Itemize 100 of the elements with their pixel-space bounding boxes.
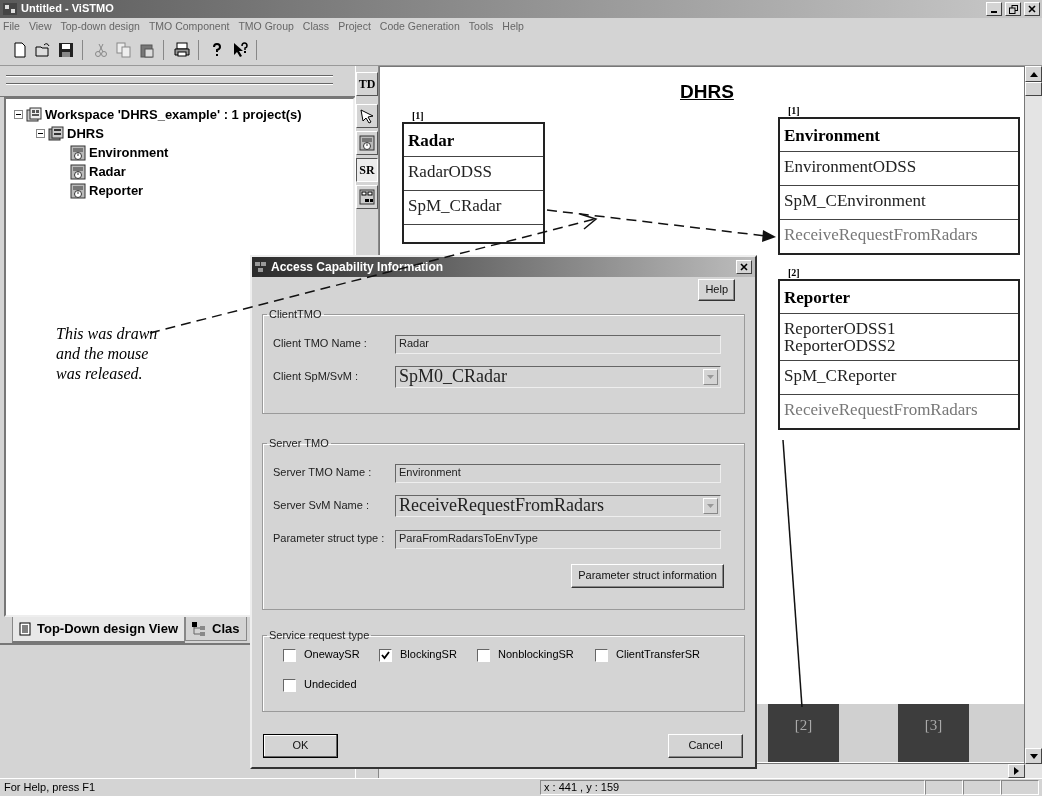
checkbox[interactable] xyxy=(595,648,608,662)
node-tag: [1] xyxy=(412,110,424,122)
menu-item[interactable]: File xyxy=(3,19,20,33)
menu-item[interactable]: Tools xyxy=(468,19,494,33)
close-icon xyxy=(740,263,748,271)
tmo-node[interactable]: Reporter ReporterODSS1 ReporterODSS2 SpM_CReporter ReceiveRequestFromRadars xyxy=(778,279,1020,431)
collapse-icon[interactable] xyxy=(36,129,45,138)
checkbox-label: BlockingSR xyxy=(400,648,457,662)
menu-item[interactable]: Help xyxy=(502,19,524,33)
view-tab[interactable]: Clas xyxy=(185,617,247,641)
palette-button[interactable] xyxy=(356,104,378,128)
svm-list: ReceiveRequestFromRadars xyxy=(784,401,1014,419)
menu-item[interactable]: TMO Group xyxy=(238,19,294,33)
ok-button[interactable]: OK xyxy=(263,734,338,758)
parameter-info-button[interactable]: Parameter struct information xyxy=(571,564,724,588)
status-text: For Help, press F1 xyxy=(3,780,97,795)
text-field[interactable]: ParaFromRadarsToEnvType xyxy=(395,529,721,549)
palette-button[interactable]: TD xyxy=(356,72,378,96)
print-icon xyxy=(174,41,190,58)
dropdown-field[interactable]: SpM0_CRadar xyxy=(395,366,721,388)
checkbox-label: OnewaySR xyxy=(304,648,360,662)
menu-item[interactable]: Class xyxy=(302,19,330,33)
text-field[interactable]: Radar xyxy=(395,334,721,354)
node-name: Reporter xyxy=(783,287,852,309)
view-tab[interactable]: Top-Down design View xyxy=(12,617,186,643)
tile: [2] xyxy=(768,704,839,762)
checkbox[interactable] xyxy=(477,648,490,662)
tmo-icon xyxy=(70,163,86,180)
group-icon xyxy=(359,189,375,205)
field-label: Server SvM Name : xyxy=(273,499,370,513)
tmo-icon xyxy=(70,144,86,161)
checkbox[interactable] xyxy=(379,648,392,662)
print-button[interactable] xyxy=(172,39,192,60)
close-button[interactable] xyxy=(1024,2,1040,16)
status-panel xyxy=(963,780,1001,795)
close-button[interactable] xyxy=(736,260,752,274)
scroll-up-icon xyxy=(1029,71,1038,77)
paste-icon xyxy=(139,41,155,58)
checkbox-label: NonblockingSR xyxy=(498,648,574,662)
minimize-button[interactable] xyxy=(986,2,1002,16)
svm-list: ReceiveRequestFromRadars xyxy=(784,226,1014,244)
dropdown-arrow-icon xyxy=(707,504,714,508)
status-panel xyxy=(1001,780,1039,795)
save-icon xyxy=(58,41,74,58)
workspace-icon xyxy=(26,106,42,123)
check-icon xyxy=(381,650,390,660)
maximize-button[interactable] xyxy=(1005,2,1021,16)
tree-item[interactable]: Reporter xyxy=(89,182,144,199)
checkbox[interactable] xyxy=(283,678,296,692)
tile: [3] xyxy=(898,704,969,762)
tree-item[interactable]: DHRS xyxy=(67,125,104,142)
document-icon xyxy=(19,622,31,636)
menu-item[interactable]: TMO Component xyxy=(148,19,230,33)
menu-item[interactable]: Code Generation xyxy=(379,19,460,33)
node-name: Radar xyxy=(407,130,456,152)
odss-list: EnvironmentODSS xyxy=(784,158,1014,176)
copy-icon xyxy=(116,41,132,58)
tmo-node[interactable]: Radar RadarODSS SpM_CRadar xyxy=(402,122,545,245)
spm-list: SpM_CReporter xyxy=(784,367,1014,385)
dialog-icon xyxy=(255,261,267,273)
palette-button[interactable]: SR xyxy=(356,158,378,182)
text-field[interactable]: Environment xyxy=(395,463,721,483)
pointer-icon xyxy=(359,108,375,124)
cut-icon xyxy=(93,41,109,58)
help-button[interactable]: Help xyxy=(698,279,735,301)
node-tag: [2] xyxy=(788,267,800,279)
app-icon xyxy=(2,2,18,16)
node-tag: [1] xyxy=(788,105,800,117)
close-icon xyxy=(1028,5,1036,13)
dropdown-field[interactable]: ReceiveRequestFromRadars xyxy=(395,495,721,517)
tmo-icon xyxy=(70,182,86,199)
menu-item[interactable]: Project xyxy=(338,19,371,33)
diagram-title: DHRS xyxy=(680,81,734,104)
group-title: ClientTMO xyxy=(268,309,323,320)
node-name: Environment xyxy=(783,125,882,147)
tree-item[interactable]: Workspace 'DHRS_example' : 1 project(s) xyxy=(45,106,302,123)
menu-item[interactable]: Top-down design xyxy=(60,19,140,33)
collapse-icon[interactable] xyxy=(14,110,23,119)
field-label: Client TMO Name : xyxy=(273,337,368,351)
spm-list: SpM_CEnvironment xyxy=(784,192,1014,210)
tree-item[interactable]: Radar xyxy=(89,163,126,180)
odss-list: RadarODSS xyxy=(408,163,539,181)
group-title: Server TMO xyxy=(268,438,330,449)
context-help-icon xyxy=(232,41,248,58)
menu-item[interactable]: View xyxy=(28,19,52,33)
tree-item[interactable]: Environment xyxy=(89,144,169,161)
field-label: Parameter struct type : xyxy=(273,532,386,546)
spm-list: SpM_CRadar xyxy=(408,197,539,215)
palette-button[interactable] xyxy=(356,185,378,209)
vertical-scrollbar[interactable] xyxy=(1025,66,1042,764)
cancel-button[interactable]: Cancel xyxy=(668,734,743,758)
scroll-thumb[interactable] xyxy=(1025,82,1042,96)
checkbox-label: Undecided xyxy=(304,678,357,692)
tmo-node[interactable]: Environment EnvironmentODSS SpM_CEnvironment ReceiveRequestFromRadars xyxy=(778,117,1020,256)
scroll-right-icon xyxy=(1014,767,1019,775)
restore-icon xyxy=(1008,4,1018,14)
palette-button[interactable] xyxy=(356,131,378,155)
dropdown-arrow-icon xyxy=(707,375,714,379)
status-panel xyxy=(925,780,963,795)
checkbox[interactable] xyxy=(283,648,296,662)
